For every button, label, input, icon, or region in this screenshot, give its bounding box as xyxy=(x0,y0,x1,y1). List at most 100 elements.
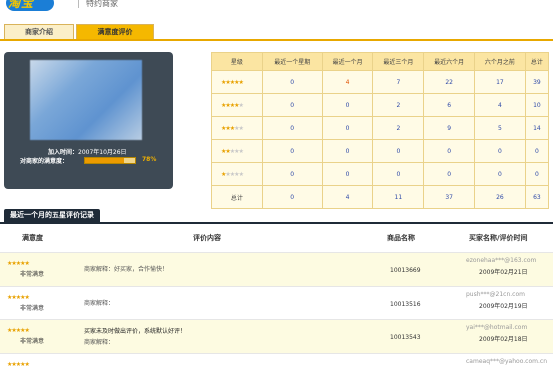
stats-cell[interactable]: 0 xyxy=(524,162,550,186)
stats-cell[interactable]: 0 xyxy=(321,116,374,140)
stats-cell[interactable]: 5 xyxy=(474,116,526,140)
tab-bar: 商家介绍 满意度评价 xyxy=(0,22,553,41)
stats-cell[interactable]: 0 xyxy=(372,139,425,163)
record-row: ★★★★★ 非常满意 商家解释： 10013516 push***@21cn.com 20… xyxy=(0,286,553,320)
product-id[interactable]: 10013543 xyxy=(390,334,421,341)
stats-cell[interactable]: 4 xyxy=(474,93,526,117)
stats-header-1: 最近一个星期 xyxy=(261,52,323,71)
product-id[interactable]: 10013669 xyxy=(390,267,421,274)
records-header-row: 满意度 评价内容 商品名称 买家名称/评价时间 xyxy=(0,231,553,245)
stats-cell[interactable]: 17 xyxy=(474,70,526,94)
stats-total-row: 总计 0 4 11 37 26 63 xyxy=(211,185,550,209)
stats-cell[interactable]: 0 xyxy=(321,139,374,163)
stats-cell[interactable]: 0 xyxy=(261,139,323,163)
stats-cell[interactable]: 0 xyxy=(261,93,323,117)
stats-cell[interactable]: 9 xyxy=(423,116,476,140)
satisfaction-text: 非常满意 xyxy=(20,305,45,312)
star-icons: ★★★★★ xyxy=(221,78,244,86)
satisfaction-label: 对商家的满意度： xyxy=(20,158,69,165)
stats-cell[interactable]: 39 xyxy=(524,70,550,94)
record-row: ★★★★★ 非常满意 商家解释：好买家，合作愉快！ 10013669 ezonehaa*… xyxy=(0,252,553,286)
stats-cell[interactable]: 14 xyxy=(524,116,550,140)
stats-cell[interactable]: 6 xyxy=(423,93,476,117)
stats-body: ★★★★★ 0 4 7 22 17 39 ★★★★★ 0 0 2 6 4 10 ★★★★★ 0 0 2 9 5 14 ★★… xyxy=(211,70,550,209)
stats-cell[interactable]: 0 xyxy=(372,162,425,186)
stats-cell[interactable]: 0 xyxy=(321,162,374,186)
satisfaction-text: 非常满意 xyxy=(20,271,45,278)
stats-header-6: 总计 xyxy=(524,52,550,71)
logo-text: 淘宝 xyxy=(8,0,35,10)
total-cell[interactable]: 4 xyxy=(321,185,374,209)
review-date: 2009年02月18日 xyxy=(479,336,528,343)
stats-header-3: 最近三个月 xyxy=(372,52,425,71)
join-date-line: 加入时间：2007年10月26日 xyxy=(48,147,127,156)
total-cell[interactable]: 26 xyxy=(474,185,526,209)
five-star-icon: ★★★★★ xyxy=(7,327,30,334)
stats-cell[interactable]: 0 xyxy=(524,139,550,163)
tab-store-intro[interactable]: 商家介绍 xyxy=(4,24,74,39)
buyer-name: ezonehaa***@163.com xyxy=(466,257,537,264)
stats-cell[interactable]: 0 xyxy=(261,162,323,186)
store-type: 特约商家 xyxy=(86,0,118,8)
stats-cell[interactable]: 0 xyxy=(321,93,374,117)
stats-cell[interactable]: 0 xyxy=(423,139,476,163)
seller-profile-card: 加入时间：2007年10月26日 对商家的满意度： 78% xyxy=(4,52,173,189)
records-section-header: 最近一个月的五星评价记录 xyxy=(0,208,553,224)
col-satisfaction: 满意度 xyxy=(22,234,43,242)
stats-cell[interactable]: 0 xyxy=(261,70,323,94)
stats-header-4: 最近六个月 xyxy=(423,52,476,71)
seller-reply: 商家解释： xyxy=(84,339,115,346)
stats-cell[interactable]: 2 xyxy=(372,116,425,140)
total-cell[interactable]: 11 xyxy=(372,185,425,209)
buyer-name: cameaq***@yahoo.com.cn xyxy=(466,358,547,365)
star-rating-3: ★★★★★ xyxy=(211,116,263,140)
stats-header-2: 最近一个月 xyxy=(321,52,374,71)
record-row: ★★★★★ 非常满意 买家未及时做出评价，系统默认好评！ 商家解释： 10013543 y… xyxy=(0,319,553,353)
five-star-icon: ★★★★★ xyxy=(7,260,30,267)
total-cell[interactable]: 0 xyxy=(261,185,323,209)
satisfaction-bar-fill xyxy=(85,158,124,163)
star-rating-1: ★★★★★ xyxy=(211,162,263,186)
buyer-name: push***@21cn.com xyxy=(466,291,525,298)
stats-cell[interactable]: 2 xyxy=(372,93,425,117)
col-product: 商品名称 xyxy=(387,234,415,242)
total-cell[interactable]: 63 xyxy=(524,185,550,209)
star-icons: ★★★★★ xyxy=(221,170,244,178)
header: 淘宝 特约商家 xyxy=(0,0,553,22)
five-star-icon: ★★★★★ xyxy=(7,294,30,301)
stats-cell[interactable]: 7 xyxy=(372,70,425,94)
rating-stats-table: 星级 最近一个星期 最近一个月 最近三个月 最近六个月 六个月之前 总计 ★★★★★ 0 4 7 2… xyxy=(211,52,550,209)
stats-cell[interactable]: 0 xyxy=(474,162,526,186)
star-icons: ★★★★★ xyxy=(221,124,244,132)
stats-header-0: 星级 xyxy=(211,52,263,71)
star-rating-4: ★★★★★ xyxy=(211,93,263,117)
stats-cell[interactable]: 0 xyxy=(474,139,526,163)
buyer-comment: 买家未及时做出评价，系统默认好评！ xyxy=(84,328,187,335)
col-content: 评价内容 xyxy=(193,234,221,242)
header-divider xyxy=(78,0,79,8)
seller-reply: 商家解释： xyxy=(84,300,115,307)
buyer-name: yai***@hotmail.com xyxy=(466,324,528,331)
total-label: 总计 xyxy=(211,185,263,209)
stats-cell[interactable]: 10 xyxy=(524,93,550,117)
satisfaction-percent: 78% xyxy=(142,156,157,163)
five-star-icon: ★★★★★ xyxy=(7,361,30,368)
stats-cell[interactable]: 4 xyxy=(321,70,374,94)
product-id[interactable]: 10013516 xyxy=(390,301,421,308)
review-date: 2009年02月21日 xyxy=(479,269,528,276)
total-cell[interactable]: 37 xyxy=(423,185,476,209)
stats-cell[interactable]: 22 xyxy=(423,70,476,94)
stats-cell[interactable]: 0 xyxy=(423,162,476,186)
review-date: 2009年02月19日 xyxy=(479,303,528,310)
seller-avatar xyxy=(30,60,142,140)
record-row: ★★★★★ cameaq***@yahoo.com.cn xyxy=(0,353,553,387)
stats-cell[interactable]: 0 xyxy=(261,116,323,140)
stats-row: ★★★★★ 0 4 7 22 17 39 xyxy=(211,70,550,94)
join-label: 加入时间： xyxy=(48,149,79,156)
stats-header-5: 六个月之前 xyxy=(474,52,526,71)
stats-row: ★★★★★ 0 0 0 0 0 0 xyxy=(211,139,550,163)
satisfaction-text: 非常满意 xyxy=(20,338,45,345)
records-section-title: 最近一个月的五星评价记录 xyxy=(4,209,100,222)
stats-row: ★★★★★ 0 0 2 9 5 14 xyxy=(211,116,550,140)
tab-satisfaction[interactable]: 满意度评价 xyxy=(76,24,154,39)
